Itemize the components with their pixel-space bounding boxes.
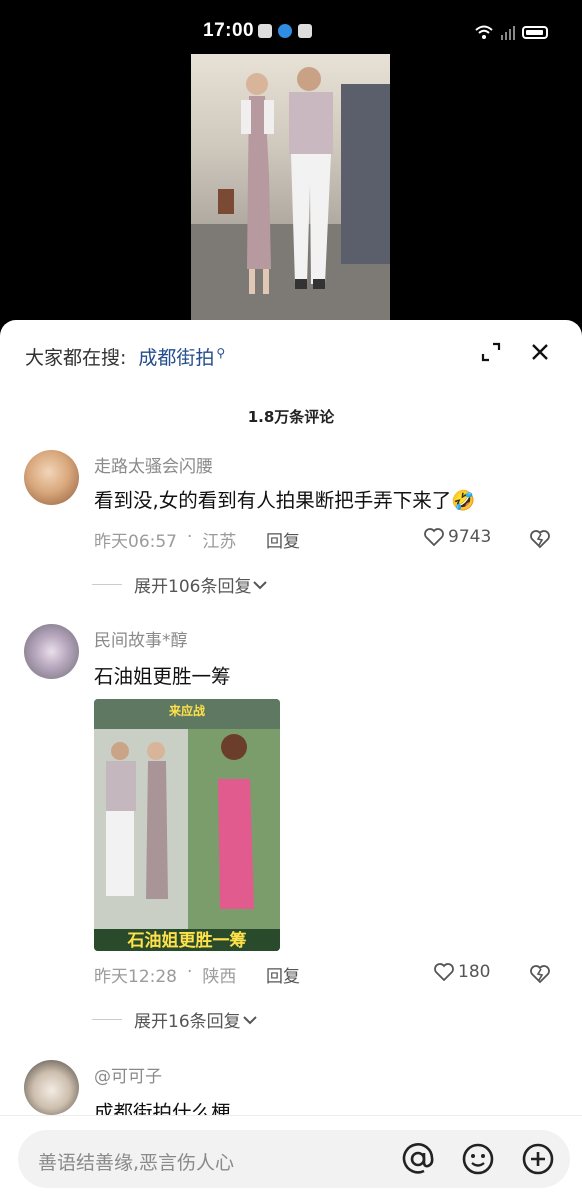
notification-icons [258, 24, 312, 38]
comment-time: 昨天12:28 [94, 967, 177, 987]
emoji-icon[interactable] [460, 1141, 496, 1177]
heart-icon [424, 528, 444, 546]
avatar[interactable] [24, 1060, 79, 1115]
system-icons [474, 24, 548, 40]
comment-text: 成都街拍什么梗 [94, 1101, 231, 1116]
heart-icon [434, 963, 454, 981]
wifi-icon [475, 25, 493, 39]
comment-text: 石油姐更胜一筹 [94, 665, 231, 688]
video-player[interactable] [191, 54, 390, 322]
add-icon[interactable] [520, 1141, 556, 1177]
expand-replies-label: 展开106条回复 [134, 577, 252, 597]
app-notification-icon [258, 24, 272, 38]
chevron-down-icon [242, 1015, 257, 1024]
divider [92, 1019, 122, 1020]
app-notification-icon-2 [298, 24, 312, 38]
dislike-icon[interactable] [530, 964, 550, 984]
battery-icon [522, 25, 548, 39]
meta-separator: · [187, 962, 193, 982]
search-icon: ⚲ [216, 345, 226, 360]
comment-text: 看到没,女的看到有人拍果断把手弄下来了🤣 [94, 489, 476, 512]
comment-username[interactable]: 民间故事*醇 [94, 626, 188, 651]
avatar[interactable] [24, 624, 79, 679]
comment-meta: 昨天12:28 · 陕西 [94, 962, 236, 987]
expand-replies-label: 展开16条回复 [134, 1012, 241, 1032]
like-button[interactable]: 9743 [424, 527, 491, 547]
chevron-down-icon [253, 580, 268, 589]
comment-sheet: 大家都在搜: 成都街拍 ⚲ 1.8万条评论 走路太骚会闪腰 看到没,女的看到有人… [0, 320, 582, 1200]
expand-icon[interactable] [481, 342, 501, 362]
comment-meta: 昨天06:57 · 江苏 [94, 527, 236, 552]
signal-icon [501, 26, 515, 40]
like-count: 180 [458, 962, 491, 982]
comment-input-bar: 善语结善缘,恶言伤人心 [0, 1116, 582, 1200]
reply-button[interactable]: 回复 [266, 527, 300, 552]
browser-notification-icon [278, 24, 292, 38]
search-suggestion[interactable]: 大家都在搜: 成都街拍 ⚲ [25, 343, 225, 370]
status-bar: 17:00 [0, 0, 582, 54]
video-frame [191, 67, 390, 322]
mention-icon[interactable] [400, 1141, 436, 1177]
search-keyword-link[interactable]: 成都街拍 [138, 343, 214, 370]
search-label: 大家都在搜: [25, 347, 127, 369]
comment-item: @可可子 成都街拍什么梗 [0, 1056, 582, 1116]
comment-time: 昨天06:57 [94, 532, 177, 552]
comment-input-placeholder: 善语结善缘,恶言伤人心 [38, 1152, 235, 1174]
comment-location: 江苏 [202, 532, 237, 552]
reply-button[interactable]: 回复 [266, 962, 300, 987]
comment-count: 1.8万条评论 [247, 408, 335, 426]
comment-input[interactable]: 善语结善缘,恶言伤人心 [18, 1130, 570, 1188]
meta-separator: · [187, 527, 193, 547]
divider [92, 584, 122, 585]
dislike-icon[interactable] [530, 529, 550, 549]
comment-username[interactable]: 走路太骚会闪腰 [94, 452, 213, 477]
image-caption-bottom: 石油姐更胜一筹 [127, 930, 247, 951]
close-icon[interactable] [530, 342, 550, 362]
comment-location: 陕西 [202, 967, 237, 987]
comment-image-content: 来应战 石油姐更胜一筹 [94, 699, 280, 951]
image-caption-top: 来应战 [168, 703, 205, 718]
avatar[interactable] [24, 450, 79, 505]
like-button[interactable]: 180 [434, 962, 490, 982]
like-count: 9743 [448, 527, 492, 547]
expand-replies-button[interactable]: 展开16条回复 [92, 1007, 259, 1032]
comment-image[interactable]: 来应战 石油姐更胜一筹 [94, 699, 280, 951]
expand-replies-button[interactable]: 展开106条回复 [92, 572, 269, 597]
comment-username[interactable]: @可可子 [94, 1062, 162, 1087]
status-time: 17:00 [203, 20, 255, 41]
